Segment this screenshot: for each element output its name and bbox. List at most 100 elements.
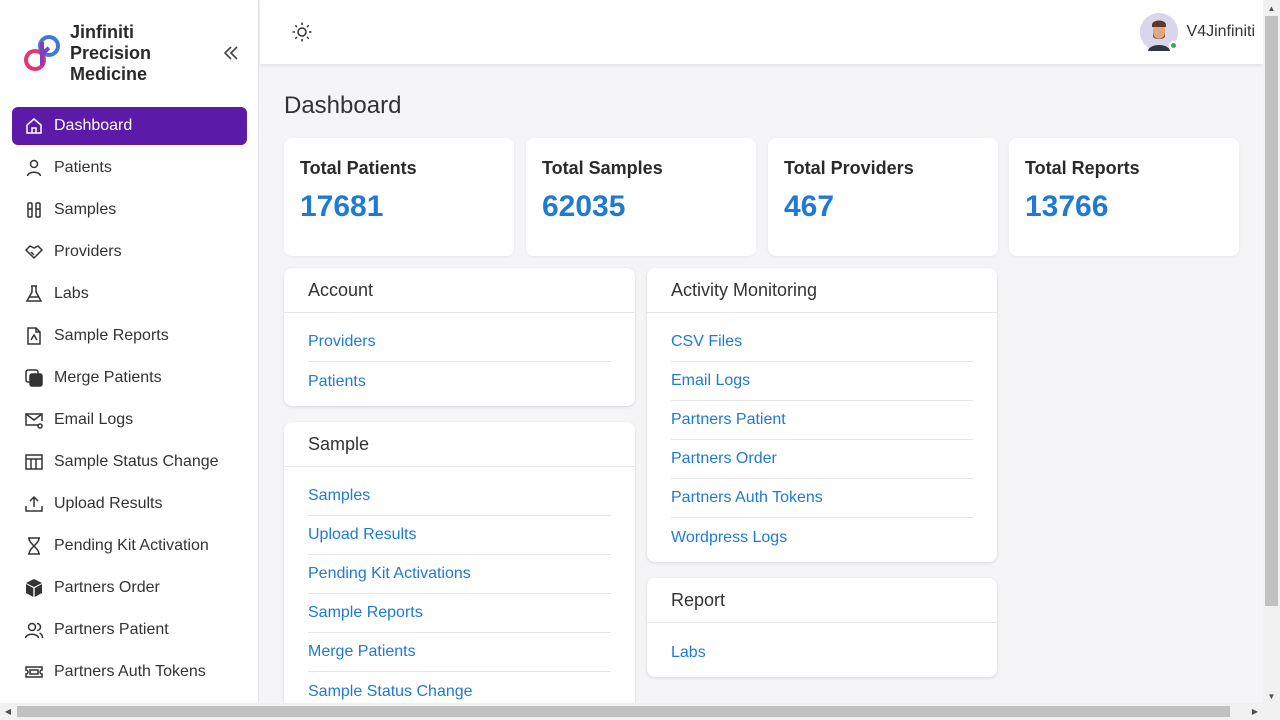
stat-value: 62035 xyxy=(542,190,626,223)
link-upload-results[interactable]: Upload Results xyxy=(308,516,611,555)
sidebar-item-label: Partners Patient xyxy=(54,621,169,638)
theme-toggle-button[interactable] xyxy=(291,21,313,43)
merge-icon xyxy=(24,368,44,388)
sidebar-item-label: Dashboard xyxy=(54,117,133,134)
sidebar-item-label: Providers xyxy=(54,243,122,260)
link-wordpress-logs[interactable]: Wordpress Logs xyxy=(671,518,973,557)
vertical-scroll-thumb[interactable] xyxy=(1265,16,1278,606)
page-title: Dashboard xyxy=(284,92,402,119)
username: V4Jinfiniti xyxy=(1186,23,1255,40)
mail-settings-icon xyxy=(24,410,44,430)
upload-icon xyxy=(24,494,44,514)
sidebar-item-label: Patients xyxy=(54,159,112,176)
stat-label: Total Reports xyxy=(1025,158,1140,178)
sample-panel: Sample Samples Upload Results Pending Ki… xyxy=(284,422,635,704)
panel-links: Providers Patients xyxy=(284,313,635,401)
sidebar-item-partners-order[interactable]: Partners Order xyxy=(12,569,247,607)
handshake-icon xyxy=(24,242,44,262)
sidebar-item-partners-patient[interactable]: Partners Patient xyxy=(12,611,247,649)
link-email-logs[interactable]: Email Logs xyxy=(671,362,973,401)
link-samples[interactable]: Samples xyxy=(308,477,611,516)
sidebar-item-labs[interactable]: Labs xyxy=(12,275,247,313)
sidebar-item-upload-results[interactable]: Upload Results xyxy=(12,485,247,523)
stat-label: Total Providers xyxy=(784,158,914,178)
topbar: V4Jinfiniti xyxy=(260,0,1263,64)
test-tubes-icon xyxy=(24,200,44,220)
brand[interactable]: Jinfiniti Precision Medicine xyxy=(22,22,190,85)
scroll-left-arrow-icon[interactable]: ◀ xyxy=(0,703,16,720)
sidebar-item-label: Sample Reports xyxy=(54,327,169,344)
sidebar-item-partners-auth-tokens[interactable]: Partners Auth Tokens xyxy=(12,653,247,691)
user-icon xyxy=(24,158,44,178)
ticket-icon xyxy=(24,662,44,682)
sidebar-item-providers[interactable]: Providers xyxy=(12,233,247,271)
chevrons-left-icon xyxy=(223,46,238,60)
account-panel: Account Providers Patients xyxy=(284,268,635,406)
sidebar-item-email-logs[interactable]: Email Logs xyxy=(12,401,247,439)
sidebar-item-label: Sample Status Change xyxy=(54,453,219,470)
stat-card-total-samples: Total Samples 62035 xyxy=(526,138,756,256)
sun-icon xyxy=(292,22,312,42)
panel-title: Sample xyxy=(284,422,635,467)
stat-card-total-patients: Total Patients 17681 xyxy=(284,138,514,256)
pdf-report-icon xyxy=(24,326,44,346)
collapse-sidebar-button[interactable] xyxy=(220,42,242,64)
horizontal-scroll-thumb[interactable] xyxy=(17,706,1230,717)
link-partners-order[interactable]: Partners Order xyxy=(671,440,973,479)
link-partners-auth-tokens[interactable]: Partners Auth Tokens xyxy=(671,479,973,518)
stat-value: 13766 xyxy=(1025,190,1109,223)
sidebar-item-merge-patients[interactable]: Merge Patients xyxy=(12,359,247,397)
panel-links: Samples Upload Results Pending Kit Activ… xyxy=(284,467,635,704)
sidebar-item-label: Samples xyxy=(54,201,117,218)
link-partners-patient[interactable]: Partners Patient xyxy=(671,401,973,440)
panel-links: Labs xyxy=(647,623,997,672)
vertical-scrollbar[interactable]: ▲ ▼ xyxy=(1263,0,1280,704)
user-menu[interactable]: V4Jinfiniti xyxy=(1139,13,1255,51)
sidebar-item-label: Email Logs xyxy=(54,411,134,428)
scroll-up-arrow-icon[interactable]: ▲ xyxy=(1263,0,1280,16)
avatar xyxy=(1139,13,1178,51)
stat-label: Total Samples xyxy=(542,158,663,178)
sidebar-item-sample-status-change[interactable]: Sample Status Change xyxy=(12,443,247,481)
brand-name: Jinfiniti Precision Medicine xyxy=(70,22,152,84)
link-pending-kit-activations[interactable]: Pending Kit Activations xyxy=(308,555,611,594)
sidebar-item-label: Partners Order xyxy=(54,579,160,596)
sidebar-item-label: Upload Results xyxy=(54,495,163,512)
scroll-down-arrow-icon[interactable]: ▼ xyxy=(1263,688,1280,704)
report-panel: Report Labs xyxy=(647,578,997,677)
panel-title: Activity Monitoring xyxy=(647,268,997,313)
stat-value: 467 xyxy=(784,190,835,223)
sidebar-item-samples[interactable]: Samples xyxy=(12,191,247,229)
sidebar-item-label: Partners Auth Tokens xyxy=(54,663,206,680)
sidebar-item-pending-kit-activation[interactable]: Pending Kit Activation xyxy=(12,527,247,565)
sidebar-item-label: Merge Patients xyxy=(54,369,162,386)
hourglass-icon xyxy=(24,536,44,556)
panel-title: Report xyxy=(647,578,997,623)
sidebar-item-patients[interactable]: Patients xyxy=(12,149,247,187)
link-sample-status-change[interactable]: Sample Status Change xyxy=(308,672,611,704)
scroll-right-arrow-icon[interactable]: ▶ xyxy=(1247,703,1263,720)
sidebar-item-label: Pending Kit Activation xyxy=(54,537,209,554)
panel-title: Account xyxy=(284,268,635,313)
stat-label: Total Patients xyxy=(300,158,417,178)
sidebar-item-sample-reports[interactable]: Sample Reports xyxy=(12,317,247,355)
horizontal-scrollbar[interactable]: ◀ ▶ xyxy=(0,703,1280,720)
home-icon xyxy=(24,116,44,136)
sidebar-item-label: Labs xyxy=(54,285,89,302)
online-status-indicator xyxy=(1168,41,1178,50)
brand-logo-icon xyxy=(24,35,60,71)
sidebar: Jinfiniti Precision Medicine Dashboard P… xyxy=(0,0,259,704)
sidebar-nav: Dashboard Patients Samples Providers Lab… xyxy=(12,107,247,695)
sidebar-item-dashboard[interactable]: Dashboard xyxy=(12,107,247,145)
table-icon xyxy=(24,452,44,472)
link-merge-patients[interactable]: Merge Patients xyxy=(308,633,611,672)
flask-icon xyxy=(24,284,44,304)
link-patients[interactable]: Patients xyxy=(308,362,611,401)
activity-monitoring-panel: Activity Monitoring CSV Files Email Logs… xyxy=(647,268,997,562)
link-labs[interactable]: Labs xyxy=(671,633,973,672)
link-providers[interactable]: Providers xyxy=(308,323,611,362)
link-sample-reports[interactable]: Sample Reports xyxy=(308,594,611,633)
stat-card-total-providers: Total Providers 467 xyxy=(768,138,998,256)
users-icon xyxy=(24,620,44,640)
link-csv-files[interactable]: CSV Files xyxy=(671,323,973,362)
